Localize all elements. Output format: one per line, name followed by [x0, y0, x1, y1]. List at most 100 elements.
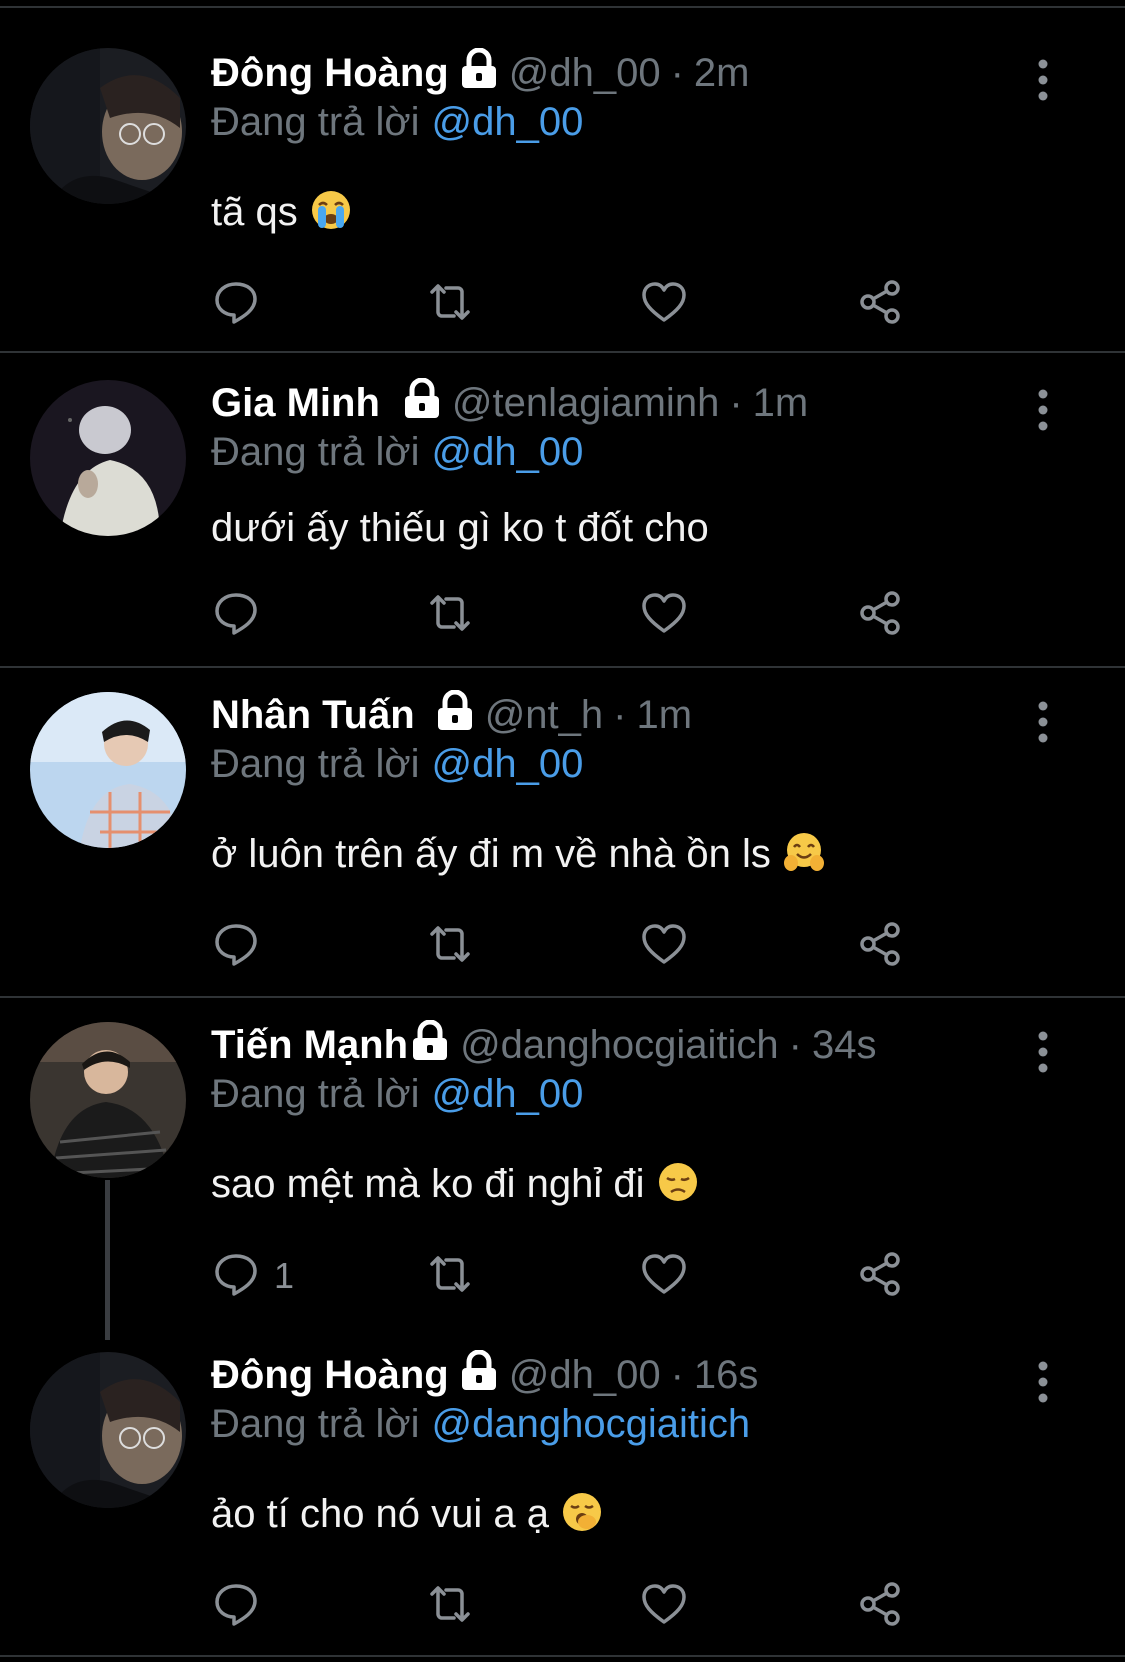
separator-dot: ·	[788, 1023, 802, 1067]
mention-link[interactable]: @dh_00	[432, 430, 584, 474]
retweet-button[interactable]	[426, 279, 474, 329]
lock-icon	[410, 1019, 450, 1062]
share-button[interactable]	[856, 590, 904, 640]
top-divider	[0, 6, 1125, 8]
handle[interactable]: @danghocgiaitich	[460, 1020, 779, 1070]
lock-icon	[435, 689, 475, 732]
tweet-text: sao mệt mà ko đi nghỉ đi	[211, 1158, 699, 1210]
tweet-text: dưới ấy thiếu gì ko t đốt cho	[211, 502, 709, 554]
like-icon	[640, 278, 688, 331]
handle[interactable]: @nt_h	[485, 690, 603, 740]
reply-count: 1	[274, 1255, 295, 1296]
mention-link[interactable]: @dh_00	[432, 742, 584, 786]
retweet-icon	[426, 278, 474, 331]
retweet-icon	[426, 920, 474, 973]
tweet-divider	[0, 666, 1125, 668]
timestamp[interactable]: 34s	[812, 1020, 877, 1070]
share-button[interactable]	[856, 1581, 904, 1631]
tweet-text-content: ảo tí cho nó vui a ạ	[211, 1492, 550, 1536]
retweet-button[interactable]	[426, 1581, 474, 1631]
reply-button[interactable]	[212, 1581, 274, 1631]
more-icon[interactable]	[1028, 388, 1058, 432]
tweet[interactable]: Đông Hoàng @dh_00 · 2m Đang trả lời @dh_0…	[0, 47, 1125, 350]
share-icon	[856, 589, 904, 642]
reply-button[interactable]	[212, 921, 274, 971]
replying-label: Đang trả lời	[211, 742, 420, 786]
timestamp[interactable]: 2m	[694, 48, 750, 98]
reply-icon	[212, 589, 260, 642]
display-name[interactable]: Đông Hoàng	[211, 1350, 449, 1400]
share-icon	[856, 1580, 904, 1633]
share-icon	[856, 278, 904, 331]
hugging-face-emoji	[783, 831, 825, 873]
loudly-crying-face-emoji	[310, 189, 352, 231]
timestamp[interactable]: 16s	[694, 1350, 759, 1400]
like-button[interactable]	[640, 1581, 688, 1631]
tweet[interactable]: Nhân Tuấn @nt_h · 1m Đang trả lời @dh_00 …	[0, 689, 1125, 992]
like-button[interactable]	[640, 921, 688, 971]
tweet[interactable]: Tiến Mạnh @danghocgiaitich · 34s Đang tr…	[0, 1019, 1125, 1340]
handle[interactable]: @dh_00	[509, 48, 661, 98]
share-button[interactable]	[856, 1251, 904, 1301]
tweet-text-content: dưới ấy thiếu gì ko t đốt cho	[211, 506, 709, 550]
separator-dot: ·	[670, 51, 684, 95]
avatar[interactable]	[30, 1352, 186, 1508]
avatar[interactable]	[30, 692, 186, 848]
tweet-text: tã qs	[211, 186, 352, 238]
action-bar	[212, 1581, 932, 1631]
mention-link[interactable]: @dh_00	[432, 1072, 584, 1116]
like-icon	[640, 1580, 688, 1633]
replying-label: Đang trả lời	[211, 100, 420, 144]
replying-to: Đang trả lời @dh_00	[211, 738, 583, 790]
more-icon[interactable]	[1028, 1030, 1058, 1074]
replying-to: Đang trả lời @dh_00	[211, 1068, 583, 1120]
reply-icon	[212, 920, 260, 973]
replying-label: Đang trả lời	[211, 1402, 420, 1446]
tweet[interactable]: Đông Hoàng @dh_00 · 16s Đang trả lời @dan…	[0, 1349, 1125, 1640]
tweet-divider	[0, 351, 1125, 353]
tweet-text-content: tã qs	[211, 190, 298, 234]
avatar[interactable]	[30, 48, 186, 204]
action-bar	[212, 279, 932, 329]
retweet-button[interactable]	[426, 590, 474, 640]
share-button[interactable]	[856, 921, 904, 971]
more-icon[interactable]	[1028, 1360, 1058, 1404]
action-bar: 1	[212, 1251, 932, 1301]
handle[interactable]: @dh_00	[509, 1350, 661, 1400]
timestamp[interactable]: 1m	[753, 378, 809, 428]
more-icon[interactable]	[1028, 58, 1058, 102]
reply-button[interactable]: 1	[212, 1251, 294, 1301]
like-button[interactable]	[640, 590, 688, 640]
tweet[interactable]: Gia Minh @tenlagiaminh · 1m Đang trả lời…	[0, 377, 1125, 666]
like-icon	[640, 1250, 688, 1303]
reply-icon	[212, 1580, 260, 1633]
display-name[interactable]: Tiến Mạnh	[211, 1020, 408, 1070]
timestamp[interactable]: 1m	[637, 690, 693, 740]
separator-dot: ·	[729, 381, 743, 425]
reply-button[interactable]	[212, 279, 274, 329]
handle[interactable]: @tenlagiaminh	[452, 378, 719, 428]
display-name[interactable]: Đông Hoàng	[211, 48, 449, 98]
replying-to: Đang trả lời @dh_00	[211, 96, 583, 148]
retweet-button[interactable]	[426, 921, 474, 971]
avatar[interactable]	[30, 380, 186, 536]
like-button[interactable]	[640, 1251, 688, 1301]
bottom-divider	[0, 1655, 1125, 1657]
share-button[interactable]	[856, 279, 904, 329]
display-name[interactable]: Gia Minh	[211, 378, 380, 428]
reply-icon	[212, 1250, 260, 1303]
like-button[interactable]	[640, 279, 688, 329]
mention-link[interactable]: @danghocgiaitich	[432, 1402, 751, 1446]
tweet-divider	[0, 996, 1125, 998]
reply-button[interactable]	[212, 590, 274, 640]
retweet-icon	[426, 1580, 474, 1633]
avatar[interactable]	[30, 1022, 186, 1178]
lock-icon	[402, 377, 442, 420]
action-bar	[212, 590, 932, 640]
like-icon	[640, 920, 688, 973]
more-icon[interactable]	[1028, 700, 1058, 744]
thread-line	[105, 1180, 110, 1340]
display-name[interactable]: Nhân Tuấn	[211, 690, 415, 740]
mention-link[interactable]: @dh_00	[432, 100, 584, 144]
retweet-button[interactable]	[426, 1251, 474, 1301]
